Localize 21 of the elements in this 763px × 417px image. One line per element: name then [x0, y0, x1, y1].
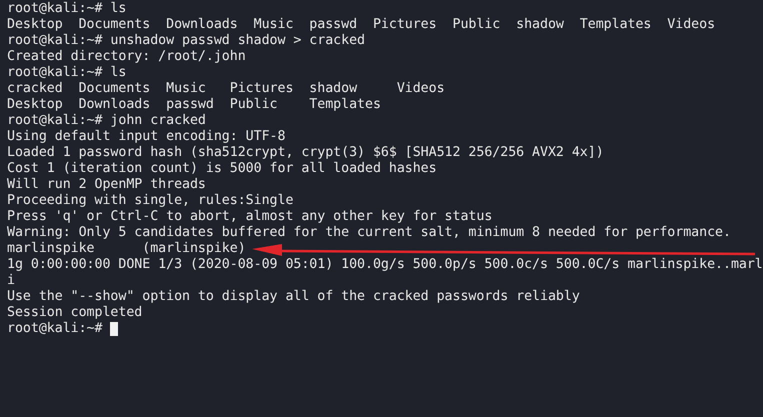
terminal-line: root@kali:~# john cracked — [7, 113, 206, 129]
terminal-line: Desktop Documents Downloads Music passwd Pictures Public shadow Templates Videos — [7, 17, 716, 33]
terminal-line: Loaded 1 password hash (sha512crypt, crypt(3) $6$ [SHA512 256/256 AVX2 4x]) — [7, 145, 604, 161]
terminal-line: Proceeding with single, rules:Single — [7, 193, 294, 209]
terminal-line: Desktop Downloads passwd Public Templates — [7, 97, 381, 113]
terminal-line: root@kali:~# — [7, 321, 104, 337]
terminal-line: marlinspike (marlinspike) — [7, 241, 246, 257]
terminal-line: Will run 2 OpenMP threads — [7, 177, 206, 193]
terminal-line: Press 'q' or Ctrl-C to abort, almost any other key for status — [7, 209, 492, 225]
terminal-line: Using default input encoding: UTF-8 — [7, 129, 286, 145]
terminal-line: root@kali:~# ls — [7, 65, 126, 81]
terminal-line: Created directory: /root/.john — [7, 49, 246, 65]
terminal-line: Warning: Only 5 candidates buffered for the current salt, minimum 8 needed for performance. — [7, 225, 731, 241]
terminal-line: i — [7, 273, 15, 289]
terminal-line: root@kali:~# ls — [7, 1, 126, 17]
terminal-line: Use the "--show" option to display all of the cracked passwords reliably — [7, 289, 580, 305]
terminal-line: 1g 0:00:00:00 DONE 1/3 (2020-08-09 05:01) 100.0g/s 500.0p/s 500.0c/s 500.0C/s marlinspike..marl — [7, 257, 763, 273]
terminal-line: cracked Documents Music Pictures shadow Videos — [7, 81, 445, 97]
terminal-line: Session completed — [7, 305, 142, 321]
terminal-line: Cost 1 (iteration count) is 5000 for all loaded hashes — [7, 161, 437, 177]
terminal-line: root@kali:~# unshadow passwd shadow > cracked — [7, 33, 365, 49]
